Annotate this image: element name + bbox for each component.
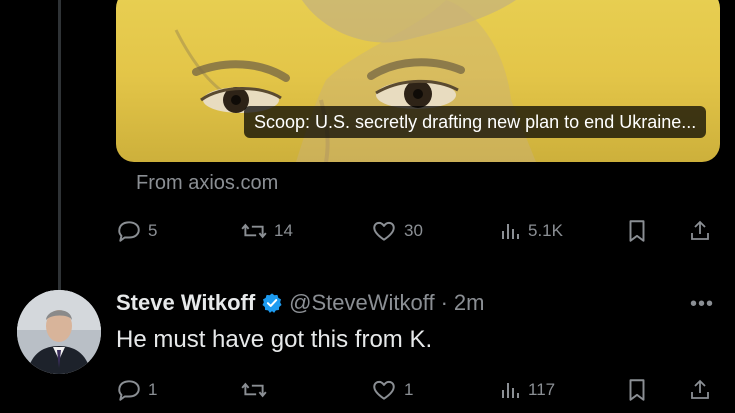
views-icon (502, 224, 519, 239)
card-caption: Scoop: U.S. secretly drafting new plan t… (244, 106, 707, 138)
reply-actions: 1 1 117 (116, 375, 720, 405)
like-count: 1 (404, 380, 414, 399)
avatar-photo (17, 290, 101, 374)
views-count: 5.1K (528, 221, 563, 240)
tweet-text: He must have got this from K. (116, 326, 433, 353)
like-icon (373, 380, 395, 400)
avatar[interactable] (17, 290, 101, 374)
repost-count: 14 (274, 221, 293, 240)
bookmark-button[interactable] (626, 375, 648, 405)
repost-icon (241, 223, 267, 239)
display-name[interactable]: Steve Witkoff (116, 290, 255, 316)
card-source[interactable]: From axios.com (136, 172, 278, 195)
repost-icon (241, 382, 267, 398)
post-actions: 5 14 30 5.1K (116, 216, 720, 246)
bookmark-icon (629, 379, 645, 401)
username-handle[interactable]: @SteveWitkoff (289, 290, 434, 316)
views-count: 117 (528, 380, 556, 399)
views-button[interactable]: 117 (498, 375, 555, 405)
reply-button[interactable]: 5 (116, 216, 157, 246)
share-button[interactable] (688, 216, 712, 246)
separator-dot: · (440, 290, 448, 315)
reply-icon (118, 380, 140, 401)
reply-button[interactable]: 1 (116, 375, 157, 405)
like-count: 30 (404, 221, 423, 240)
reply-icon (118, 221, 140, 242)
like-button[interactable]: 30 (370, 216, 423, 246)
share-icon (691, 220, 709, 240)
thread-line (58, 0, 61, 290)
repost-button[interactable]: 14 (240, 216, 293, 246)
reply-count: 1 (148, 380, 158, 399)
reply-count: 5 (148, 221, 158, 240)
link-card[interactable]: Scoop: U.S. secretly drafting new plan t… (116, 0, 720, 162)
share-button[interactable] (688, 375, 712, 405)
more-icon[interactable]: ••• (690, 293, 714, 316)
like-button[interactable]: 1 (370, 375, 413, 405)
reply-header: Steve Witkoff @SteveWitkoff · 2m (116, 286, 484, 320)
bookmark-button[interactable] (626, 216, 648, 246)
views-button[interactable]: 5.1K (498, 216, 563, 246)
repost-button[interactable] (240, 375, 268, 405)
views-icon (502, 383, 519, 398)
bookmark-icon (629, 220, 645, 242)
timestamp[interactable]: 2m (454, 290, 485, 316)
like-icon (373, 221, 395, 241)
verified-badge-icon (262, 293, 282, 313)
share-icon (691, 379, 709, 399)
